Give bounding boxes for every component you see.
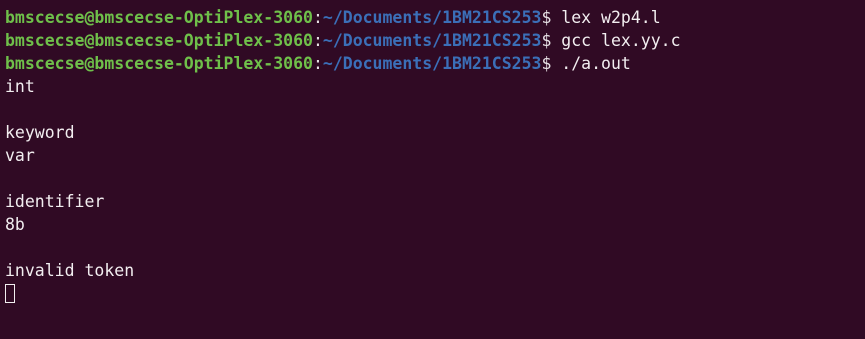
prompt-path: ~/Documents/1BM21CS253 <box>322 31 542 50</box>
prompt-user-host: bmscecse@bmscecse-OptiPlex-3060 <box>5 54 313 73</box>
prompt-user-host: bmscecse@bmscecse-OptiPlex-3060 <box>5 31 313 50</box>
command-text: gcc lex.yy.c <box>551 31 681 50</box>
command-line: bmscecse@bmscecse-OptiPlex-3060:~/Docume… <box>5 52 865 75</box>
terminal-output-area: bmscecse@bmscecse-OptiPlex-3060:~/Docume… <box>5 6 865 305</box>
output-line: var <box>5 146 35 165</box>
output-line: invalid token <box>5 261 135 280</box>
prompt-separator: : <box>312 8 323 27</box>
prompt-user-host: bmscecse@bmscecse-OptiPlex-3060 <box>5 8 313 27</box>
prompt-separator: : <box>312 54 323 73</box>
prompt-dollar: $ <box>541 31 552 50</box>
terminal-window[interactable]: bmscecse@bmscecse-OptiPlex-3060:~/Docume… <box>0 0 865 339</box>
terminal-cursor[interactable] <box>5 284 15 303</box>
command-text: ./a.out <box>551 54 631 73</box>
cursor-line <box>5 282 865 305</box>
output-line: identifier <box>5 192 105 211</box>
output-line: int <box>5 77 35 96</box>
prompt-dollar: $ <box>541 54 552 73</box>
prompt-dollar: $ <box>541 8 552 27</box>
command-text: lex w2p4.l <box>551 8 661 27</box>
command-line: bmscecse@bmscecse-OptiPlex-3060:~/Docume… <box>5 29 865 52</box>
prompt-path: ~/Documents/1BM21CS253 <box>322 8 542 27</box>
output-line: keyword <box>5 123 75 142</box>
output-line: 8b <box>5 215 25 234</box>
command-line: bmscecse@bmscecse-OptiPlex-3060:~/Docume… <box>5 6 865 29</box>
prompt-path: ~/Documents/1BM21CS253 <box>322 54 542 73</box>
prompt-separator: : <box>312 31 323 50</box>
